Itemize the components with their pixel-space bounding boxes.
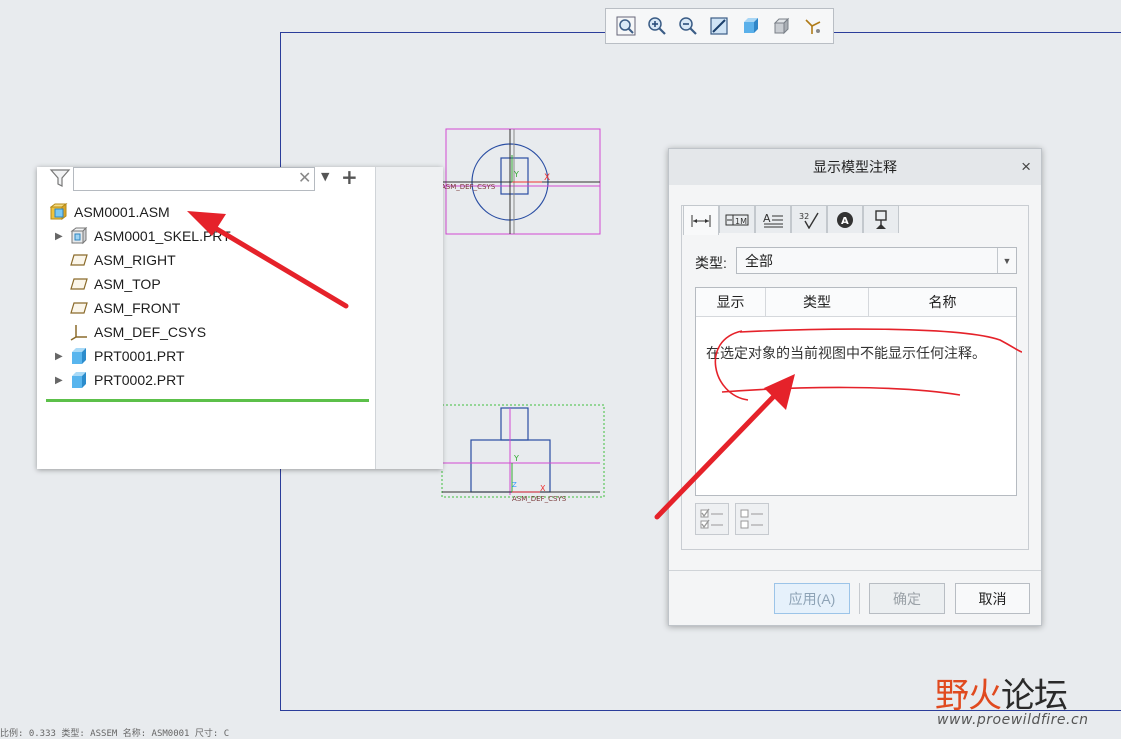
zoom-out-icon[interactable] bbox=[676, 14, 700, 38]
part-icon bbox=[69, 371, 89, 389]
column-header-show[interactable]: 显示 bbox=[696, 288, 766, 316]
watermark-url: www.proewildfire.cn bbox=[937, 712, 1089, 728]
gtol-icon: 1M bbox=[725, 214, 749, 226]
symbol-icon: A bbox=[837, 211, 853, 228]
type-label: 类型: bbox=[695, 255, 727, 271]
view-toolbar bbox=[605, 8, 834, 44]
display-style-icon[interactable] bbox=[739, 14, 763, 38]
tree-item-prt2[interactable]: ▶ PRT0002.PRT bbox=[55, 369, 185, 391]
csys-label-bottom: ASM_DEF_CSYS bbox=[512, 495, 567, 503]
expand-arrow-icon[interactable]: ▶ bbox=[55, 231, 69, 242]
skeleton-part-icon bbox=[69, 227, 89, 245]
datum-feature-icon bbox=[875, 209, 887, 229]
column-header-name[interactable]: 名称 bbox=[869, 288, 1016, 316]
tree-item-label: ASM_DEF_CSYS bbox=[94, 324, 207, 340]
tree-item-asm-right[interactable]: ASM_RIGHT bbox=[69, 249, 176, 271]
type-select-value: 全部 bbox=[745, 252, 773, 269]
add-icon[interactable]: + bbox=[341, 165, 358, 189]
model-tree-panel: ✕ ▼ + ASM0001.ASM ▶ ASM0001_SKEL.PRT ASM… bbox=[37, 165, 443, 469]
tab-notes[interactable]: A bbox=[755, 205, 791, 233]
deselect-all-button[interactable] bbox=[735, 503, 769, 535]
footer-divider bbox=[669, 570, 1041, 571]
datum-plane-icon bbox=[69, 251, 89, 269]
tree-item-skel[interactable]: ▶ ASM0001_SKEL.PRT bbox=[55, 225, 231, 247]
note-icon: A bbox=[763, 212, 783, 227]
model-tree: ✕ ▼ + ASM0001.ASM ▶ ASM0001_SKEL.PRT ASM… bbox=[37, 165, 375, 469]
tree-item-root[interactable]: ASM0001.ASM bbox=[49, 201, 170, 223]
svg-text:A: A bbox=[841, 216, 849, 227]
show-model-annotations-dialog: 显示模型注释 × 1M A 32 A 类型: 全部 ▼ 显示 类型 名称 在选定… bbox=[668, 148, 1042, 626]
svg-text:32: 32 bbox=[799, 212, 809, 221]
tree-item-asm-front[interactable]: ASM_FRONT bbox=[69, 297, 180, 319]
annotation-table: 显示 类型 名称 在选定对象的当前视图中不能显示任何注释。 bbox=[695, 287, 1017, 496]
column-header-type[interactable]: 类型 bbox=[766, 288, 869, 316]
expand-arrow-icon[interactable]: ▶ bbox=[55, 375, 69, 386]
tree-item-label: ASM_RIGHT bbox=[94, 252, 176, 268]
tree-filter-input[interactable] bbox=[73, 167, 315, 191]
annotation-type-tabs: 1M A 32 A bbox=[683, 205, 899, 235]
part-icon bbox=[69, 347, 89, 365]
tab-datums[interactable] bbox=[863, 205, 899, 233]
deselect-all-icon bbox=[740, 509, 763, 529]
svg-text:1M: 1M bbox=[735, 217, 747, 226]
empty-message: 在选定对象的当前视图中不能显示任何注释。 bbox=[706, 345, 986, 361]
watermark-logo: 野火论坛 bbox=[935, 668, 1068, 717]
axis-z-label: Z bbox=[512, 481, 517, 489]
bottom-drawing-view[interactable]: Y X Z ASM_DEF_CSYS bbox=[440, 403, 607, 503]
tab-dimensions[interactable] bbox=[683, 205, 719, 235]
tree-item-csys[interactable]: ASM_DEF_CSYS bbox=[69, 321, 206, 343]
tab-surface-finish[interactable]: 32 bbox=[791, 205, 827, 233]
table-header: 显示 类型 名称 bbox=[696, 288, 1016, 317]
button-separator bbox=[859, 583, 860, 614]
datum-plane-icon bbox=[69, 299, 89, 317]
tab-symbols[interactable]: A bbox=[827, 205, 863, 233]
tree-item-label: ASM0001.ASM bbox=[74, 204, 170, 220]
tree-item-label: ASM_FRONT bbox=[94, 300, 181, 316]
repaint-icon[interactable] bbox=[707, 14, 731, 38]
csys-label: ASM_DEF_CSYS bbox=[441, 183, 496, 191]
axis-y-label: Y bbox=[513, 170, 519, 179]
expand-arrow-icon[interactable]: ▶ bbox=[55, 351, 69, 362]
close-icon[interactable]: × bbox=[1021, 157, 1031, 177]
axis-y-label-bottom: Y bbox=[513, 454, 519, 463]
type-select[interactable]: 全部 ▼ bbox=[736, 247, 1017, 274]
select-all-icon bbox=[700, 508, 723, 529]
tree-item-label: PRT0002.PRT bbox=[94, 372, 185, 388]
tab-gtol[interactable]: 1M bbox=[719, 205, 755, 233]
tree-column-area bbox=[375, 167, 443, 469]
select-all-button[interactable] bbox=[695, 503, 729, 535]
insert-here-marker[interactable] bbox=[46, 399, 369, 402]
tree-item-prt1[interactable]: ▶ PRT0001.PRT bbox=[55, 345, 185, 367]
zoom-fit-icon[interactable] bbox=[614, 14, 638, 38]
axis-x-label: X bbox=[544, 173, 550, 183]
watermark-brand-b: 论坛 bbox=[1001, 676, 1068, 716]
tree-item-asm-top[interactable]: ASM_TOP bbox=[69, 273, 161, 295]
ok-button[interactable]: 确定 bbox=[869, 583, 945, 614]
datum-display-icon[interactable] bbox=[801, 14, 825, 38]
top-drawing-view[interactable]: X Y ASM_DEF_CSYS bbox=[440, 127, 605, 237]
csys-icon bbox=[69, 323, 89, 341]
tree-filter-row: ✕ ▼ + bbox=[49, 165, 369, 193]
dialog-title: 显示模型注释 bbox=[669, 149, 1041, 185]
clear-icon[interactable]: ✕ bbox=[298, 168, 311, 187]
tree-item-label: PRT0001.PRT bbox=[94, 348, 185, 364]
chevron-down-icon[interactable]: ▼ bbox=[321, 170, 329, 183]
dimension-icon bbox=[691, 214, 711, 227]
drawing-status-line: 比例: 0.333 类型: ASSEM 名称: ASM0001 尺寸: C bbox=[0, 729, 230, 739]
zoom-in-icon[interactable] bbox=[645, 14, 669, 38]
axis-x-label-bottom: X bbox=[540, 484, 546, 493]
svg-text:A: A bbox=[763, 212, 771, 225]
tree-item-label: ASM_TOP bbox=[94, 276, 161, 292]
assembly-icon bbox=[49, 203, 69, 221]
apply-button[interactable]: 应用(A) bbox=[774, 583, 850, 614]
datum-plane-icon bbox=[69, 275, 89, 293]
cancel-button[interactable]: 取消 bbox=[955, 583, 1030, 614]
surface-finish-icon: 32 bbox=[799, 212, 819, 229]
watermark-brand-a: 野火 bbox=[935, 676, 1002, 716]
filter-icon[interactable] bbox=[49, 167, 71, 189]
chevron-down-icon[interactable]: ▼ bbox=[997, 248, 1016, 273]
tree-item-label: ASM0001_SKEL.PRT bbox=[94, 228, 231, 244]
saved-views-icon[interactable] bbox=[770, 14, 794, 38]
